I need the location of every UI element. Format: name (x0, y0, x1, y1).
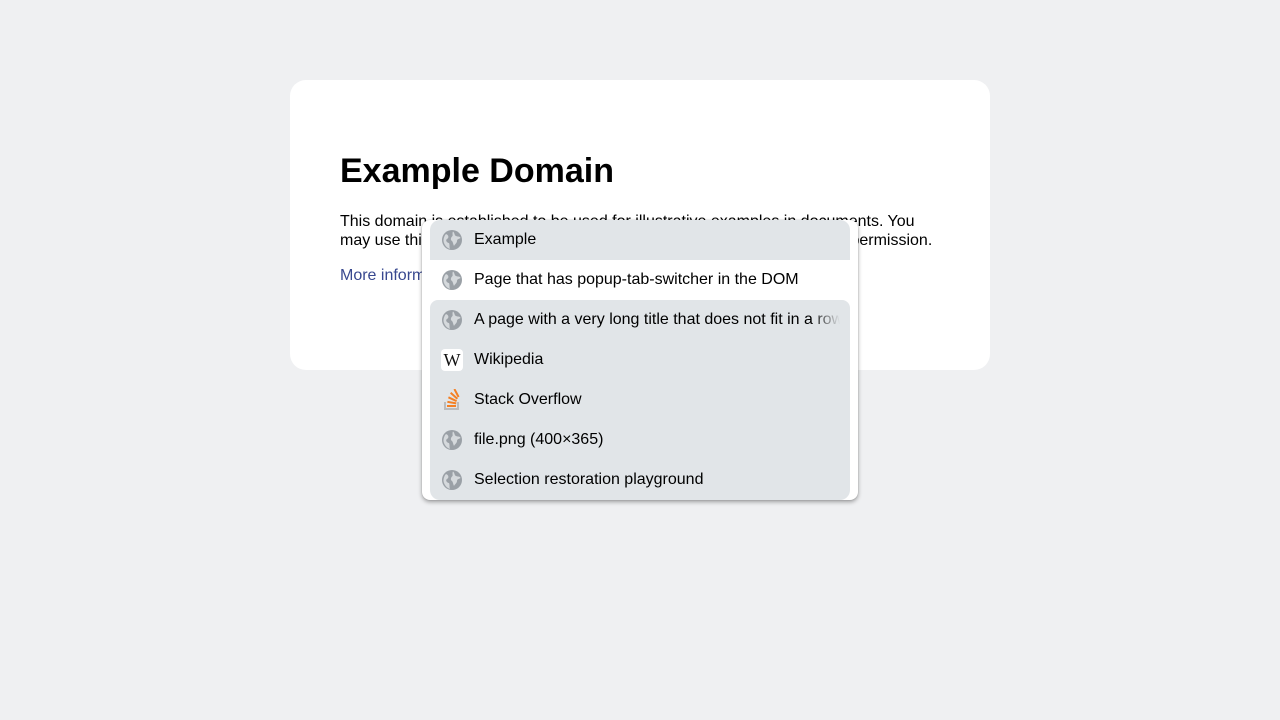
globe-icon (440, 228, 464, 252)
tab-title: Wikipedia (474, 351, 544, 368)
tab-title: file.png (400×365) (474, 431, 604, 448)
tab-switcher-item-stack-overflow[interactable]: Stack Overflow (430, 380, 850, 420)
page-title: Example Domain (340, 152, 614, 190)
tab-switcher-item-wikipedia[interactable]: W Wikipedia (430, 340, 850, 380)
tab-switcher-item-file[interactable]: file.png (400×365) (430, 420, 850, 460)
tab-switcher-item-selection-playground[interactable]: Selection restoration playground (430, 460, 850, 500)
tab-switcher-list: Example Page that has popup-tab-switcher… (430, 220, 858, 500)
stackoverflow-icon (440, 388, 464, 412)
tab-switcher-item-selected[interactable]: Page that has popup-tab-switcher in the … (430, 260, 850, 300)
globe-icon (440, 468, 464, 492)
tab-switcher-popup: Example Page that has popup-tab-switcher… (422, 220, 858, 500)
tab-switcher-item-example[interactable]: Example (430, 220, 850, 260)
globe-icon (440, 308, 464, 332)
wikipedia-icon: W (440, 348, 464, 372)
globe-icon (440, 428, 464, 452)
tab-title: Stack Overflow (474, 391, 582, 408)
globe-icon (440, 268, 464, 292)
tab-title: Example (474, 231, 537, 248)
tab-title: Page that has popup-tab-switcher in the … (474, 271, 799, 288)
tab-title: Selection restoration playground (474, 471, 704, 488)
wikipedia-logo: W (441, 349, 463, 371)
tab-switcher-item-long-title[interactable]: A page with a very long title that does … (430, 300, 850, 340)
tab-title: A page with a very long title that does … (474, 311, 840, 328)
